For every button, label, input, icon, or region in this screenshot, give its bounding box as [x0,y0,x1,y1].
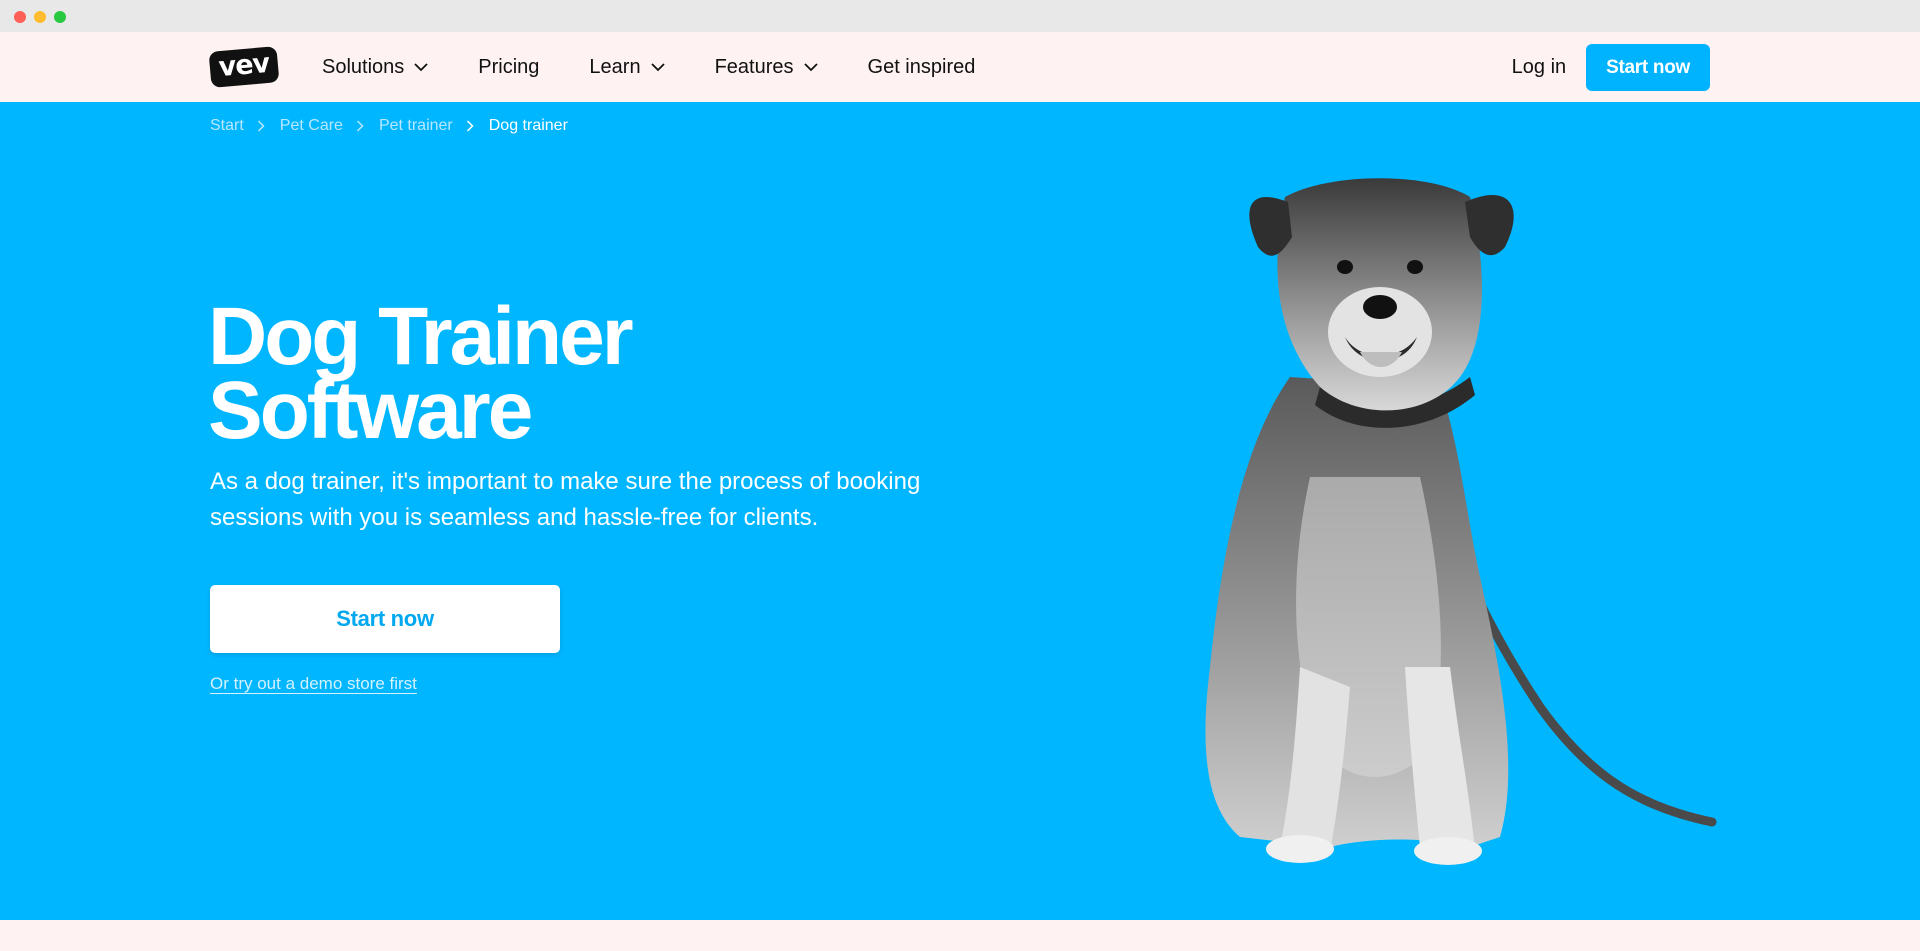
breadcrumb-start[interactable]: Start [210,117,244,135]
breadcrumb-pet-care[interactable]: Pet Care [280,117,343,135]
nav-solutions-label: Solutions [322,55,405,78]
breadcrumb-dog-trainer: Dog trainer [488,117,568,134]
nav-features-label: Features [714,55,794,78]
dog-image [1205,178,1717,865]
maximize-window-icon[interactable] [54,11,66,23]
minimize-window-icon[interactable] [34,11,46,23]
header-start-now-button[interactable]: Start now [1586,44,1710,91]
header-actions: Log in Start now [1512,44,1710,91]
page-bottom-strip [0,920,1920,951]
hero-subtitle: As a dog trainer, it's important to make… [210,468,921,531]
nav-get-inspired-label: Get inspired [867,55,976,78]
breadcrumb: Start Pet Care Pet trainer Dog trainer [210,117,568,135]
nav-learn-label: Learn [589,55,641,78]
chevron-down-icon [650,62,665,72]
nav-features[interactable]: Features [715,56,818,79]
nav-pricing[interactable]: Pricing [478,56,539,79]
vev-logo[interactable]: vev [208,46,280,88]
chevron-down-icon [803,62,818,72]
chevron-down-icon [414,62,428,72]
page-title: Dog Trainer Software [208,296,908,452]
chevron-right-icon [257,120,265,132]
nav-pricing-label: Pricing [478,55,540,78]
nav-solutions[interactable]: Solutions [322,56,428,79]
chevron-right-icon [466,120,474,132]
chevron-right-icon [356,120,364,132]
browser-window-bar [0,0,1920,32]
hero-start-now-button[interactable]: Start now [210,585,560,653]
page-title-line-2: Software [208,365,533,456]
nav-get-inspired[interactable]: Get inspired [868,56,976,79]
login-link[interactable]: Log in [1512,56,1567,79]
site-header: vev Solutions Pricing Learn Features Get… [0,32,1920,102]
breadcrumb-pet-trainer[interactable]: Pet trainer [379,117,453,135]
close-window-icon[interactable] [14,11,26,23]
nav-learn[interactable]: Learn [589,55,665,79]
demo-store-link[interactable]: Or try out a demo store first [210,674,417,694]
main-nav: Solutions Pricing Learn Features Get ins… [322,32,1025,102]
hero-section: Start Pet Care Pet trainer Dog trainer D… [0,102,1920,920]
